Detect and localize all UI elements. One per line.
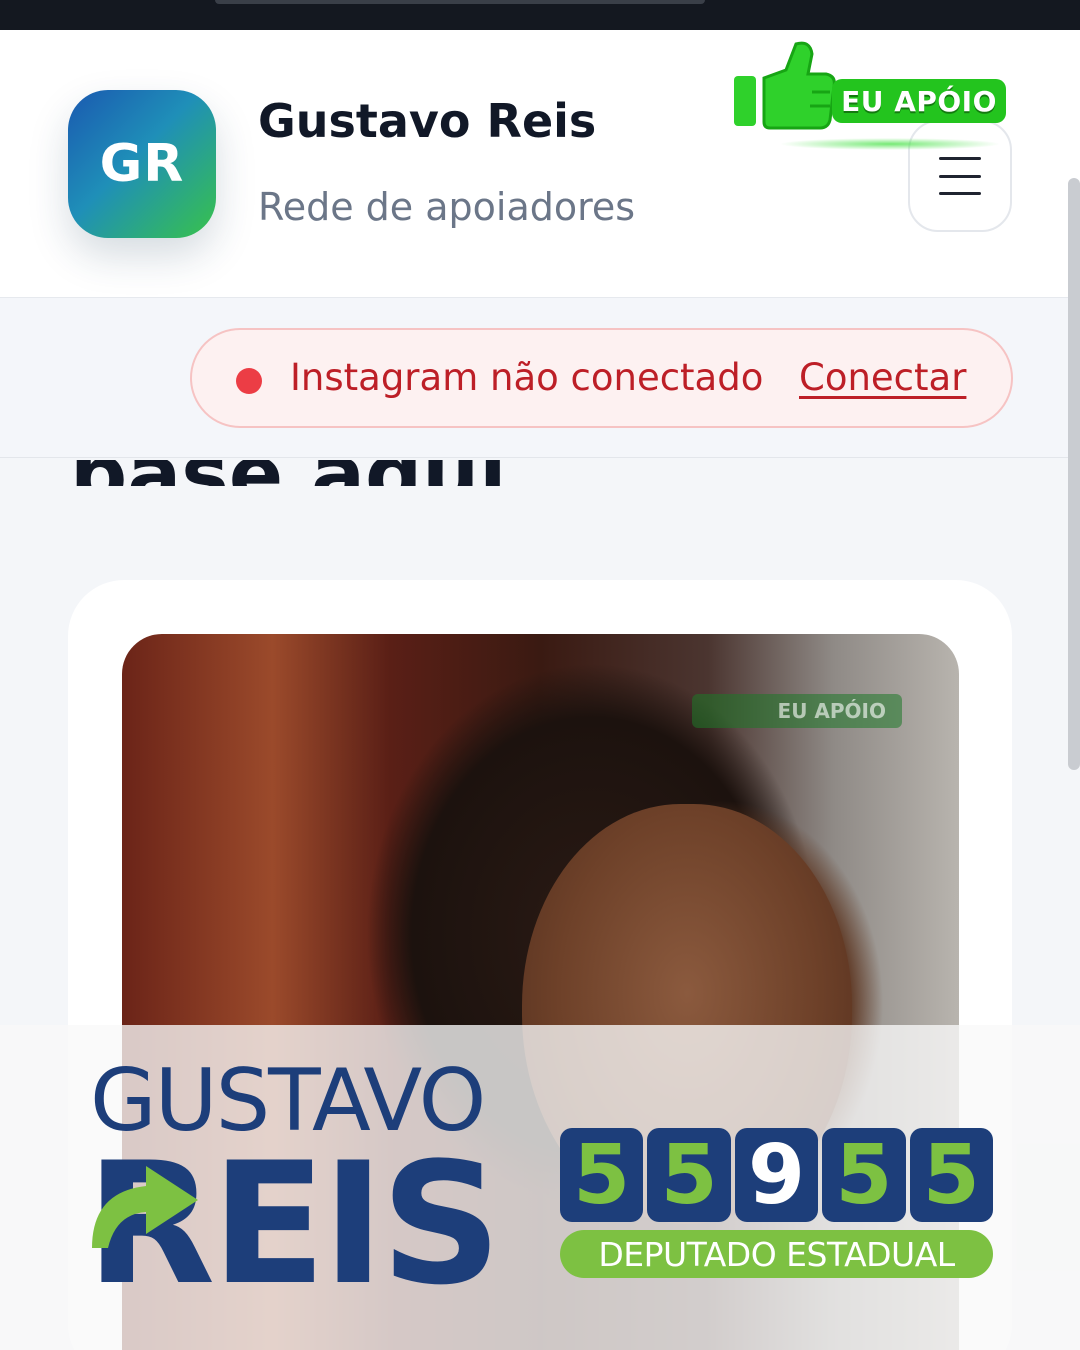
connect-link[interactable]: Conectar [799,356,966,399]
app-logo[interactable]: GR [68,90,216,238]
alert-message: Instagram não conectado [290,356,764,399]
status-bar [0,0,1080,30]
hamburger-icon [939,157,981,195]
ballot-digit: 5 [909,1128,994,1223]
ballot-digit: 5 [822,1128,906,1223]
page-subtitle: Rede de apoiadores [258,185,636,229]
ballot-digit: 9 [734,1128,819,1223]
status-dot-icon [236,368,262,394]
support-badge[interactable]: EU APÓIO [832,79,1006,123]
office-label: DEPUTADO ESTADUAL [560,1230,993,1278]
notch-indicator [215,0,705,4]
section-heading-cutoff: pase aqui [70,460,540,486]
instagram-alert: Instagram não conectado Conectar [190,328,1013,428]
page-title: Gustavo Reis [258,94,597,148]
scrollbar[interactable] [1068,178,1080,770]
ballot-digit: 5 [647,1128,731,1223]
ballot-digit: 5 [560,1128,644,1223]
photo-watermark: EU APÓIO [692,694,902,728]
ballot-number: 5 5 9 5 5 [560,1128,994,1223]
arrow-icon [92,1166,198,1248]
